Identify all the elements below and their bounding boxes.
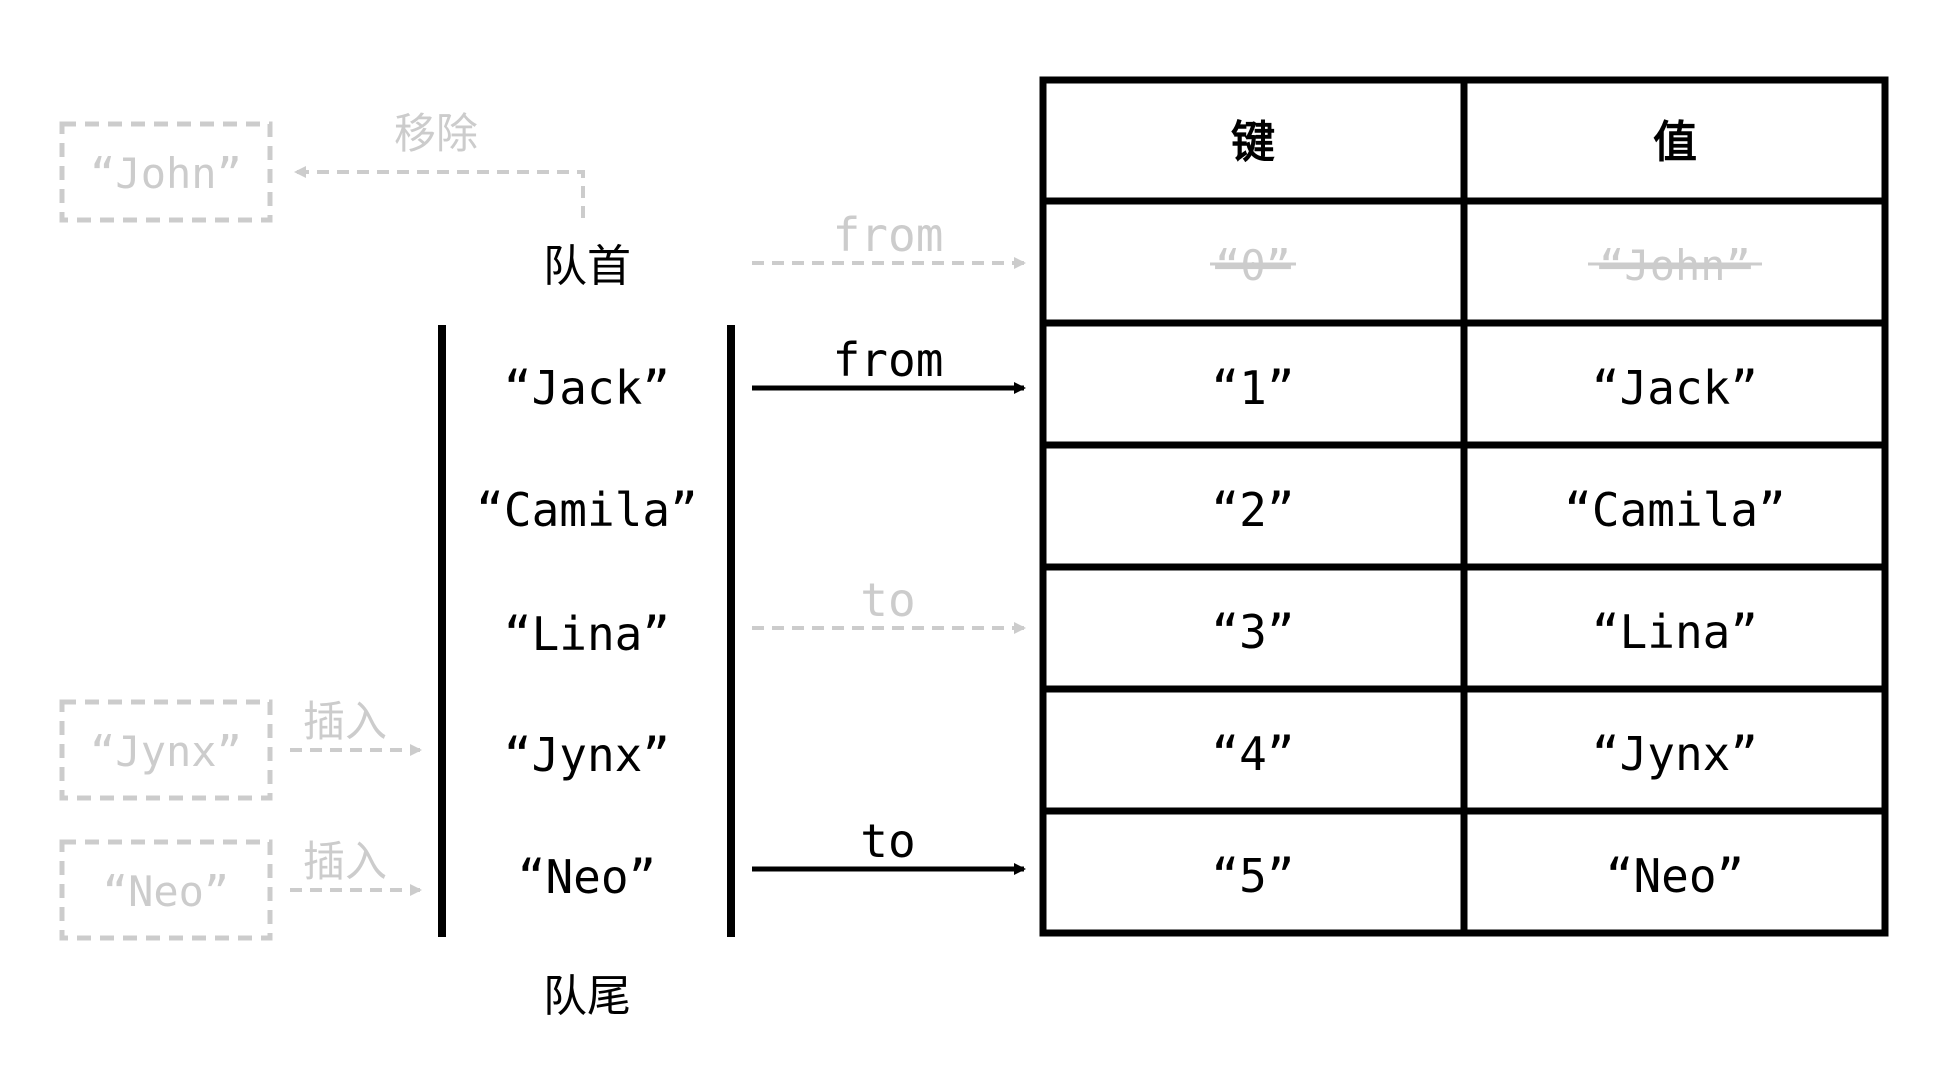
queue-tail-label: 队尾 — [543, 971, 631, 1022]
table-cell-key: “5” — [1211, 849, 1294, 903]
table-cell-value: “Camila” — [1564, 483, 1786, 537]
table-cell-key: “4” — [1211, 727, 1294, 781]
inserted-neo-label: “Neo” — [103, 867, 229, 916]
insert-neo-text: 插入 — [303, 837, 387, 886]
from-old-label: from — [833, 208, 944, 262]
table-header-key: 键 — [1231, 117, 1275, 168]
queue-head-label: 队首 — [543, 241, 631, 292]
table-cell-value: “Lina” — [1592, 605, 1758, 659]
removed-john-label: “John” — [90, 149, 242, 198]
queue-hashmap-diagram: “John” 移除 队首 队尾 “Jack” “Camila” “Lina” “… — [0, 0, 1942, 1070]
table-cell-key: “2” — [1211, 483, 1294, 537]
from-new-label: from — [833, 333, 944, 387]
queue-item: “Jack” — [504, 361, 670, 415]
remove-arrow — [294, 166, 585, 218]
diagram-canvas: “John” 移除 队首 队尾 “Jack” “Camila” “Lina” “… — [59, 76, 1889, 1022]
queue-item: “Camila” — [476, 483, 698, 537]
table-cell-value: “Jack” — [1592, 361, 1758, 415]
queue-item: “Neo” — [518, 850, 656, 904]
table-cell-key: “1” — [1211, 361, 1294, 415]
queue-item: “Lina” — [504, 607, 670, 661]
queue-item: “Jynx” — [504, 728, 670, 782]
hash-table: 键 值 “0” “John” “1” “Jack” “2” “Camila” “… — [1039, 76, 1889, 937]
insert-jynx-text: 插入 — [303, 697, 387, 746]
table-cell-key: “3” — [1211, 605, 1294, 659]
to-new-label: to — [860, 814, 915, 868]
table-cell-value: “Neo” — [1606, 849, 1744, 903]
table-cell-value: “Jynx” — [1592, 727, 1758, 781]
inserted-jynx-label: “Jynx” — [90, 727, 242, 776]
remove-label: 移除 — [394, 109, 478, 158]
table-header-value: 值 — [1653, 117, 1697, 168]
to-old-label: to — [860, 573, 915, 627]
